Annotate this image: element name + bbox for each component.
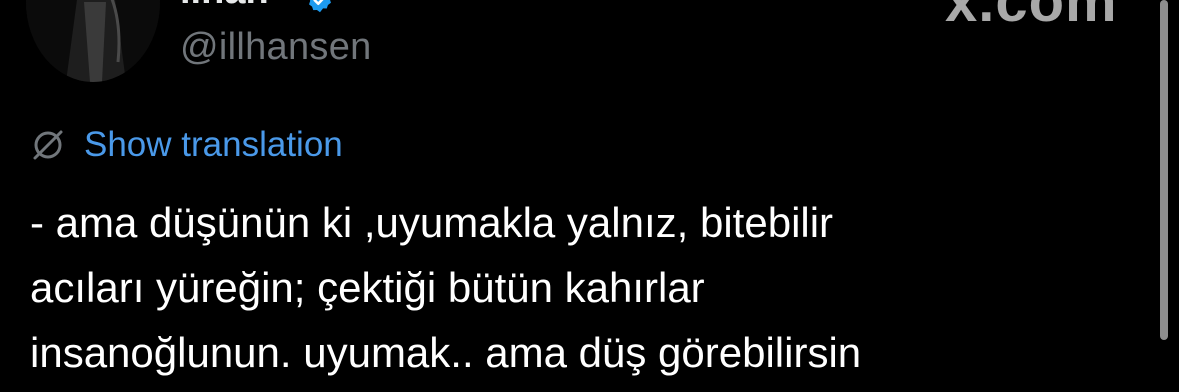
author-display-name[interactable]: ilhan — [180, 0, 269, 13]
show-translation-link[interactable]: Show translation — [84, 125, 343, 165]
verified-badge-icon — [309, 0, 331, 13]
tweet-text-line: insanoğlunun. uyumak.. ama düş görebilir… — [30, 329, 862, 376]
author-avatar[interactable] — [26, 0, 160, 82]
translation-row[interactable]: Show translation — [30, 122, 343, 168]
tweet-text-line: - ama düşünün ki ,uyumakla yalnız, biteb… — [30, 199, 834, 246]
globe-slash-icon — [30, 127, 66, 163]
scrollbar[interactable] — [1160, 0, 1168, 340]
avatar-photo-icon — [26, 0, 160, 82]
tweet-text-line: acıları yüreğin; çektiği bütün kahırlar — [30, 264, 705, 311]
x-com-watermark: x.com — [945, 0, 1118, 34]
author-handle[interactable]: @illhansen — [180, 26, 372, 69]
tweet-text: - ama düşünün ki ,uyumakla yalnız, biteb… — [30, 190, 1140, 385]
